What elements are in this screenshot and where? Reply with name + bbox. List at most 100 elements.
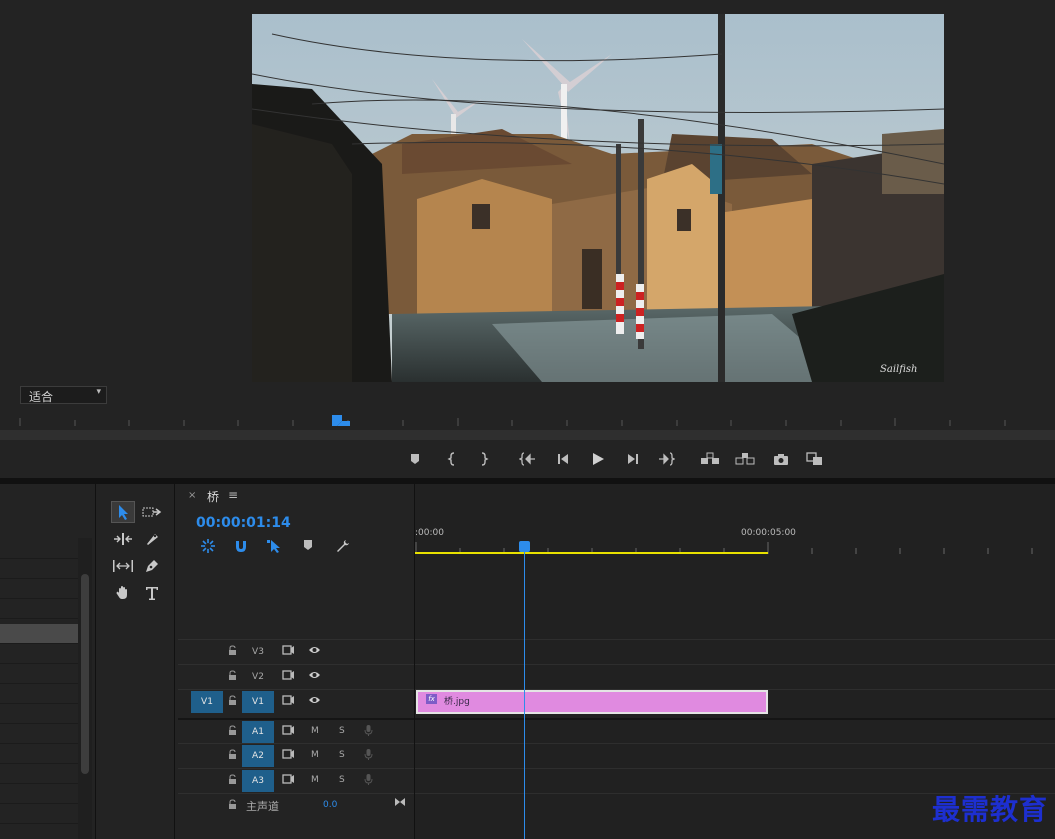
add-marker-button[interactable]: [405, 450, 425, 468]
lock-icon[interactable]: [228, 645, 237, 656]
master-track-header[interactable]: 主声道 0.0: [178, 793, 414, 819]
track-label-v2[interactable]: V2: [242, 666, 274, 688]
track-a1-header[interactable]: A1 M S: [178, 718, 414, 743]
eye-icon[interactable]: [308, 695, 321, 705]
track-label-v1[interactable]: V1: [242, 691, 274, 713]
sync-lock-icon[interactable]: [282, 695, 294, 705]
mute-button[interactable]: M: [311, 775, 319, 785]
fx-badge-icon[interactable]: fx: [426, 694, 437, 704]
nest-toggle-button[interactable]: [200, 538, 216, 554]
lock-icon[interactable]: [228, 774, 237, 785]
step-forward-button[interactable]: [623, 450, 643, 468]
eye-icon[interactable]: [308, 645, 321, 655]
village-photo: Sailfish: [252, 14, 944, 382]
mark-out-button[interactable]: [474, 450, 494, 468]
source-patch-v1[interactable]: V1: [191, 691, 223, 713]
sync-lock-icon[interactable]: [282, 749, 294, 759]
list-item[interactable]: [0, 765, 78, 784]
list-item[interactable]: [0, 705, 78, 724]
track-v3-header[interactable]: V3: [178, 639, 414, 663]
lock-icon[interactable]: [228, 749, 237, 760]
track-label-a3[interactable]: A3: [242, 770, 274, 792]
slip-tool-button[interactable]: [111, 555, 135, 577]
lock-icon[interactable]: [228, 725, 237, 736]
track-v2-header[interactable]: V2: [178, 664, 414, 688]
sync-lock-icon[interactable]: [282, 670, 294, 680]
list-item[interactable]: [0, 540, 78, 559]
list-item[interactable]: [0, 725, 78, 744]
timeline-settings-button[interactable]: [335, 538, 351, 554]
lane-v2[interactable]: [415, 664, 1055, 688]
track-label-a2[interactable]: A2: [242, 745, 274, 767]
track-label-a1[interactable]: A1: [242, 721, 274, 743]
list-item[interactable]: [0, 685, 78, 704]
mute-button[interactable]: M: [311, 726, 319, 736]
list-item-selected[interactable]: [0, 624, 78, 644]
lane-v3[interactable]: [415, 639, 1055, 663]
snap-button[interactable]: [233, 538, 249, 554]
lock-icon[interactable]: [228, 799, 237, 810]
step-back-button[interactable]: [553, 450, 573, 468]
mute-button[interactable]: M: [311, 750, 319, 760]
monitor-playhead[interactable]: [332, 415, 350, 426]
monitor-scrollbar[interactable]: [0, 430, 1055, 440]
list-item[interactable]: [0, 600, 78, 619]
go-to-end-icon[interactable]: [394, 797, 406, 807]
microphone-icon[interactable]: [364, 773, 373, 786]
add-marker-timeline-button[interactable]: [302, 539, 316, 553]
close-icon[interactable]: ×: [188, 490, 196, 501]
timeline-lanes[interactable]: :00:00 00:00:05:00: [414, 484, 1055, 839]
selection-tool-button[interactable]: [111, 501, 135, 523]
track-a3-header[interactable]: A3 M S: [178, 768, 414, 792]
sync-lock-icon[interactable]: [282, 725, 294, 735]
work-area-bar[interactable]: [415, 552, 768, 554]
monitor-time-ruler[interactable]: [0, 408, 1055, 430]
eye-icon[interactable]: [308, 670, 321, 680]
sequence-tab[interactable]: 桥: [207, 488, 219, 505]
zoom-fit-dropdown[interactable]: 适合 ▾: [20, 386, 107, 404]
list-item[interactable]: [0, 560, 78, 579]
lock-icon[interactable]: [228, 670, 237, 681]
solo-button[interactable]: S: [339, 775, 345, 785]
lock-icon[interactable]: [228, 695, 237, 706]
razor-tool-button[interactable]: [140, 528, 164, 550]
list-item[interactable]: [0, 580, 78, 599]
lift-button[interactable]: [700, 450, 720, 468]
ripple-edit-tool-button[interactable]: [111, 528, 135, 550]
project-scroll-thumb[interactable]: [81, 574, 89, 774]
lane-a2[interactable]: [415, 743, 1055, 767]
type-tool-button[interactable]: [140, 582, 164, 604]
track-label-v3[interactable]: V3: [242, 641, 274, 663]
extract-button[interactable]: [735, 450, 755, 468]
list-item[interactable]: [0, 665, 78, 684]
playhead-timecode[interactable]: 00:00:01:14: [196, 515, 291, 531]
microphone-icon[interactable]: [364, 724, 373, 737]
export-frame-button[interactable]: [771, 450, 791, 468]
timeline-playhead[interactable]: [524, 542, 525, 839]
pen-tool-button[interactable]: [140, 555, 164, 577]
list-item[interactable]: [0, 805, 78, 824]
track-v1-header[interactable]: V1 V1: [178, 689, 414, 713]
play-button[interactable]: [588, 450, 608, 468]
mark-in-button[interactable]: [442, 450, 462, 468]
program-preview-image[interactable]: Sailfish: [252, 14, 944, 382]
go-to-in-button[interactable]: [518, 450, 538, 468]
list-item[interactable]: [0, 785, 78, 804]
linked-selection-button[interactable]: [266, 538, 282, 554]
timeline-clip[interactable]: fx 桥.jpg: [416, 690, 768, 714]
panel-menu-icon[interactable]: ≡: [228, 488, 238, 502]
microphone-icon[interactable]: [364, 748, 373, 761]
comparison-view-button[interactable]: [805, 450, 825, 468]
sync-lock-icon[interactable]: [282, 645, 294, 655]
sync-lock-icon[interactable]: [282, 774, 294, 784]
track-select-tool-button[interactable]: [140, 501, 164, 523]
track-a2-header[interactable]: A2 M S: [178, 743, 414, 767]
go-to-out-button[interactable]: [656, 450, 676, 468]
solo-button[interactable]: S: [339, 726, 345, 736]
list-item[interactable]: [0, 745, 78, 764]
master-volume-value[interactable]: 0.0: [323, 800, 337, 810]
solo-button[interactable]: S: [339, 750, 345, 760]
lane-a1[interactable]: [415, 718, 1055, 742]
list-item[interactable]: [0, 645, 78, 664]
hand-tool-button[interactable]: [111, 582, 135, 604]
